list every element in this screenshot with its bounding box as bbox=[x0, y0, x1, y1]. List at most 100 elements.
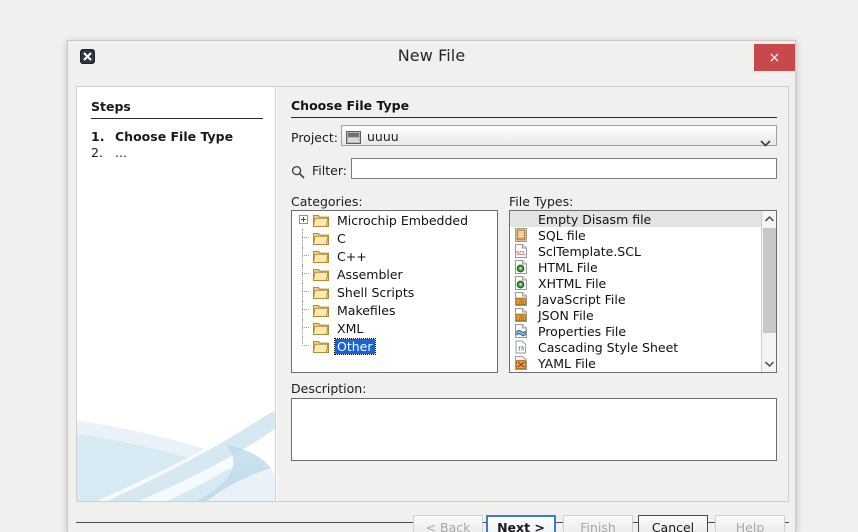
category-label: Microchip Embedded bbox=[337, 212, 469, 228]
yaml-file-icon bbox=[514, 356, 534, 370]
categories-listbox[interactable]: Microchip Embedded C C++ Assembler Shell… bbox=[291, 210, 498, 373]
cancel-button[interactable]: Cancel bbox=[638, 515, 708, 532]
pane-title: Choose File Type bbox=[291, 98, 410, 113]
file-type-label: HTML File bbox=[538, 259, 598, 275]
scrollbar-thumb[interactable] bbox=[763, 228, 776, 333]
steps-divider bbox=[91, 118, 263, 119]
step-number: 2. bbox=[91, 145, 103, 160]
file-types-scrollbar[interactable] bbox=[761, 211, 776, 372]
pane-divider bbox=[291, 117, 777, 118]
finish-button[interactable]: Finish bbox=[563, 515, 633, 532]
steps-sidebar: Steps 1. Choose File Type 2.... bbox=[77, 87, 276, 501]
file-type-row[interactable]: Properties File bbox=[510, 323, 761, 339]
category-row[interactable]: XML bbox=[292, 319, 497, 337]
description-box[interactable] bbox=[291, 398, 777, 461]
file-type-label: JSON File bbox=[538, 307, 594, 323]
step-number: 1. bbox=[91, 129, 105, 144]
category-label: Assembler bbox=[337, 266, 403, 282]
decorative-swoosh-graphic bbox=[77, 381, 275, 501]
file-type-row[interactable]: SCL SclTemplate.SCL bbox=[510, 243, 761, 259]
description-textarea[interactable] bbox=[292, 399, 776, 460]
folder-icon bbox=[312, 339, 331, 353]
categories-label: Categories: bbox=[291, 194, 363, 209]
folder-icon bbox=[312, 321, 331, 335]
file-type-row-selected[interactable]: Empty Disasm file bbox=[510, 211, 761, 227]
xhtml-file-icon bbox=[514, 276, 534, 290]
chevron-down-icon bbox=[764, 361, 775, 368]
steps-heading: Steps bbox=[91, 99, 131, 114]
file-type-row[interactable]: Th Cascading Style Sheet bbox=[510, 339, 761, 355]
svg-text:SCL: SCL bbox=[516, 251, 526, 257]
project-combobox[interactable]: uuuu bbox=[341, 125, 777, 147]
file-type-label: Cascading Style Sheet bbox=[538, 339, 679, 355]
dialog-body: Steps 1. Choose File Type 2.... Choose F… bbox=[76, 86, 789, 502]
file-types-list: Empty Disasm file SQL file SCL SclTempla… bbox=[510, 211, 761, 372]
category-row-selected[interactable]: Other bbox=[292, 337, 497, 355]
chevron-down-icon bbox=[760, 132, 771, 147]
project-label: Project: bbox=[291, 130, 338, 145]
blank-file-icon bbox=[514, 212, 534, 226]
description-label: Description: bbox=[291, 381, 367, 396]
project-value: uuuu bbox=[367, 129, 399, 144]
tree-connector bbox=[298, 337, 313, 355]
file-types-listbox[interactable]: Empty Disasm file SQL file SCL SclTempla… bbox=[509, 210, 777, 373]
folder-icon bbox=[312, 267, 331, 281]
scroll-up-button[interactable] bbox=[762, 211, 776, 227]
close-button[interactable]: × bbox=[754, 44, 795, 71]
category-row[interactable]: Assembler bbox=[292, 265, 497, 283]
filter-input[interactable] bbox=[352, 160, 776, 179]
file-type-label: SQL file bbox=[538, 227, 586, 243]
svg-text:JS: JS bbox=[518, 315, 525, 321]
folder-icon bbox=[312, 231, 331, 245]
file-type-label: Properties File bbox=[538, 323, 627, 339]
category-label: C bbox=[337, 230, 346, 246]
file-type-row[interactable]: YAML File bbox=[510, 355, 761, 371]
sql-file-icon bbox=[514, 228, 534, 242]
step-item-2: 2.... bbox=[91, 145, 127, 160]
category-row[interactable]: Shell Scripts bbox=[292, 283, 497, 301]
content-pane: Choose File Type Project: uuuu Filter: C… bbox=[277, 87, 788, 501]
file-types-label: File Types: bbox=[509, 194, 574, 209]
file-type-row[interactable]: SQL file bbox=[510, 227, 761, 243]
filter-label: Filter: bbox=[312, 163, 347, 178]
close-icon: × bbox=[768, 49, 781, 66]
folder-icon bbox=[312, 213, 331, 227]
file-type-row[interactable]: XHTML File bbox=[510, 275, 761, 291]
back-button[interactable]: < Back bbox=[413, 515, 483, 532]
folder-icon bbox=[312, 303, 331, 317]
file-type-row-partial[interactable]: Empty File bbox=[510, 371, 761, 373]
file-type-row[interactable]: HTML File bbox=[510, 259, 761, 275]
file-type-row[interactable]: JS JavaScript File bbox=[510, 291, 761, 307]
file-type-label: Empty File bbox=[538, 372, 603, 373]
svg-text:JS: JS bbox=[518, 299, 525, 305]
file-type-label: Empty Disasm file bbox=[538, 211, 652, 227]
new-file-dialog: New File × Steps 1. Choose File Type 2...… bbox=[67, 40, 796, 532]
folder-icon bbox=[312, 285, 331, 299]
next-button[interactable]: Next > bbox=[486, 515, 556, 532]
step-item-1: 1. Choose File Type bbox=[91, 129, 233, 144]
title-bar: New File × bbox=[68, 41, 795, 72]
category-label: Other bbox=[334, 337, 376, 355]
step-label: Choose File Type bbox=[115, 129, 234, 144]
scroll-down-button[interactable] bbox=[762, 356, 776, 372]
file-type-label: JavaScript File bbox=[538, 291, 626, 307]
filter-input-wrap[interactable] bbox=[351, 158, 777, 179]
chevron-up-icon bbox=[764, 215, 775, 222]
category-label: Shell Scripts bbox=[337, 284, 415, 300]
category-row[interactable]: Makefiles bbox=[292, 301, 497, 319]
expand-toggle[interactable] bbox=[298, 211, 313, 229]
search-icon bbox=[291, 164, 305, 179]
category-row[interactable]: Microchip Embedded bbox=[292, 211, 497, 229]
tree-connector bbox=[298, 229, 313, 247]
tree-connector bbox=[298, 319, 313, 337]
help-button[interactable]: Help bbox=[715, 515, 785, 532]
category-row[interactable]: C bbox=[292, 229, 497, 247]
scl-file-icon: SCL bbox=[514, 244, 534, 258]
step-label: ... bbox=[115, 145, 127, 160]
category-row[interactable]: C++ bbox=[292, 247, 497, 265]
file-type-row[interactable]: JS JSON File bbox=[510, 307, 761, 323]
tree-connector bbox=[298, 301, 313, 319]
html-file-icon bbox=[514, 260, 534, 274]
category-label: C++ bbox=[337, 248, 367, 264]
js-file-icon: JS bbox=[514, 292, 534, 306]
